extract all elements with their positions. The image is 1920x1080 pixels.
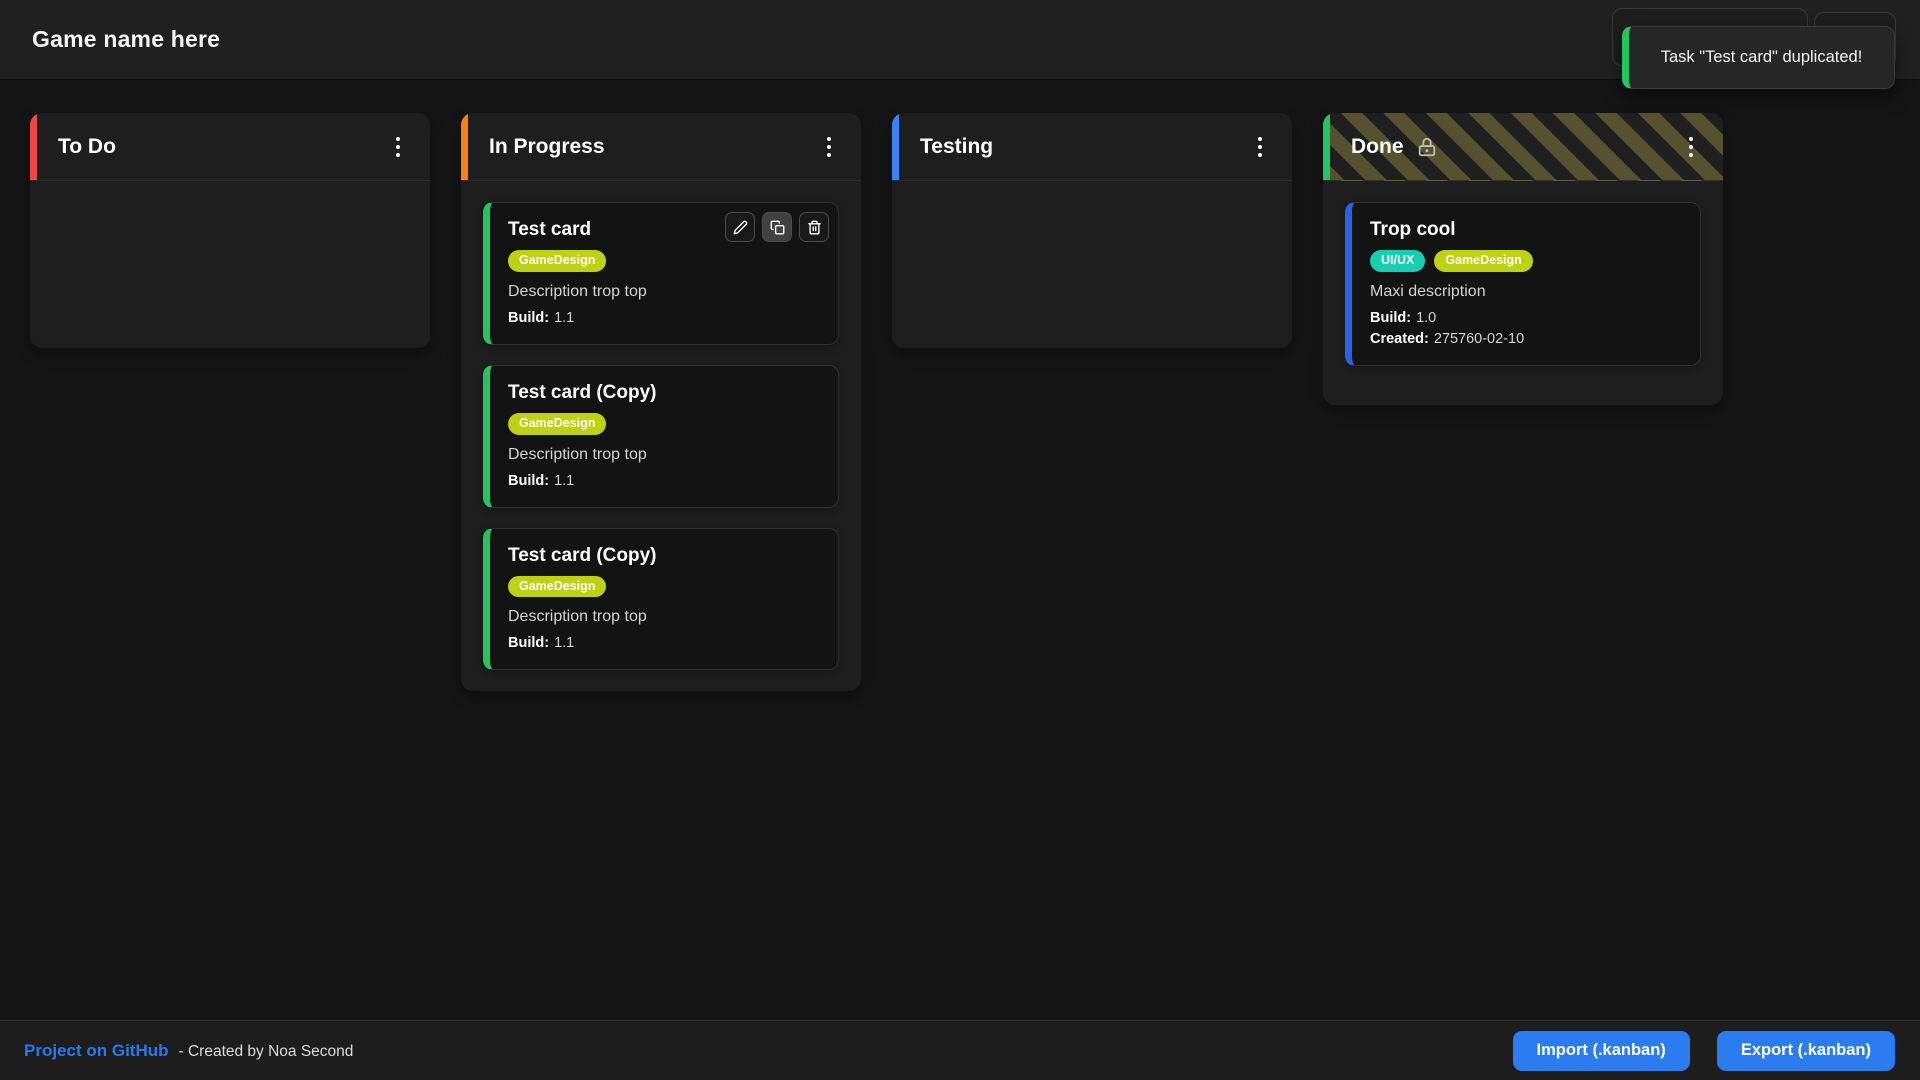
column-card-list: Test card GameDesign Description trop to… [461, 181, 861, 691]
card-description: Description trop top [508, 283, 820, 301]
tag-badge: GameDesign [508, 413, 606, 435]
column-card-list: Trop cool UI/UX GameDesign Maxi descript… [1323, 181, 1723, 405]
column-title: Testing [920, 135, 993, 159]
column-title: Done [1351, 135, 1404, 159]
column-accent-bar [461, 113, 468, 180]
trash-icon[interactable] [799, 212, 829, 242]
tag-badge: GameDesign [1434, 250, 1532, 272]
tag-badge: GameDesign [508, 250, 606, 272]
task-card[interactable]: Test card GameDesign Description trop to… [483, 202, 839, 345]
card-tags: GameDesign [508, 413, 820, 435]
column-in-progress: In Progress Test card [461, 113, 861, 691]
card-description: Description trop top [508, 608, 820, 626]
column-header: Testing [892, 113, 1292, 181]
task-card[interactable]: Test card (Copy) GameDesign Description … [483, 528, 839, 671]
card-created: Created:275760-02-10 [1370, 329, 1682, 350]
task-card[interactable]: Trop cool UI/UX GameDesign Maxi descript… [1345, 202, 1701, 366]
export-button[interactable]: Export (.kanban) [1717, 1031, 1895, 1071]
card-build: Build:1.1 [508, 308, 820, 329]
column-title: In Progress [489, 135, 605, 159]
column-card-list[interactable] [30, 181, 430, 348]
column-accent-bar [1323, 113, 1330, 180]
kanban-board: To Do In Progress [0, 80, 1920, 691]
kebab-menu-icon[interactable] [1250, 131, 1270, 163]
kebab-menu-icon[interactable] [388, 131, 408, 163]
kebab-menu-icon[interactable] [819, 131, 839, 163]
card-tags: GameDesign [508, 250, 820, 272]
toast-message: Task "Test card" duplicated! [1661, 48, 1863, 67]
card-description: Maxi description [1370, 283, 1682, 301]
column-header-locked: Done [1323, 113, 1723, 181]
column-header: To Do [30, 113, 430, 181]
card-title: Test card (Copy) [508, 382, 820, 404]
column-testing: Testing [892, 113, 1292, 348]
column-title: To Do [58, 135, 116, 159]
task-card[interactable]: Test card (Copy) GameDesign Description … [483, 365, 839, 508]
tag-badge: UI/UX [1370, 250, 1425, 272]
card-tags: GameDesign [508, 576, 820, 598]
footer-buttons: Import (.kanban) Export (.kanban) [1513, 1031, 1895, 1071]
card-title: Trop cool [1370, 219, 1682, 241]
card-description: Description trop top [508, 446, 820, 464]
credit-text: - Created by Noa Second [179, 1043, 354, 1061]
kebab-menu-icon[interactable] [1681, 131, 1701, 163]
pencil-icon[interactable] [725, 212, 755, 242]
tag-badge: GameDesign [508, 576, 606, 598]
card-tags: UI/UX GameDesign [1370, 250, 1682, 272]
card-build: Build:1.1 [508, 633, 820, 654]
column-accent-bar [892, 113, 899, 180]
card-build: Build:1.1 [508, 471, 820, 492]
card-title: Test card (Copy) [508, 545, 820, 567]
copy-icon[interactable] [762, 212, 792, 242]
column-accent-bar [30, 113, 37, 180]
import-button[interactable]: Import (.kanban) [1513, 1031, 1690, 1071]
column-card-list[interactable] [892, 181, 1292, 348]
toast-notification[interactable]: Task "Test card" duplicated! [1622, 26, 1895, 89]
column-to-do: To Do [30, 113, 430, 348]
column-done: Done Trop cool UI/UX GameDesign Maxi des… [1323, 113, 1723, 405]
github-link[interactable]: Project on GitHub [24, 1041, 169, 1061]
app-footer: Project on GitHub - Created by Noa Secon… [0, 1020, 1920, 1080]
column-header: In Progress [461, 113, 861, 181]
lock-icon [1416, 136, 1438, 158]
card-build: Build:1.0 [1370, 308, 1682, 329]
page-title: Game name here [32, 26, 220, 53]
card-actions [725, 212, 829, 242]
